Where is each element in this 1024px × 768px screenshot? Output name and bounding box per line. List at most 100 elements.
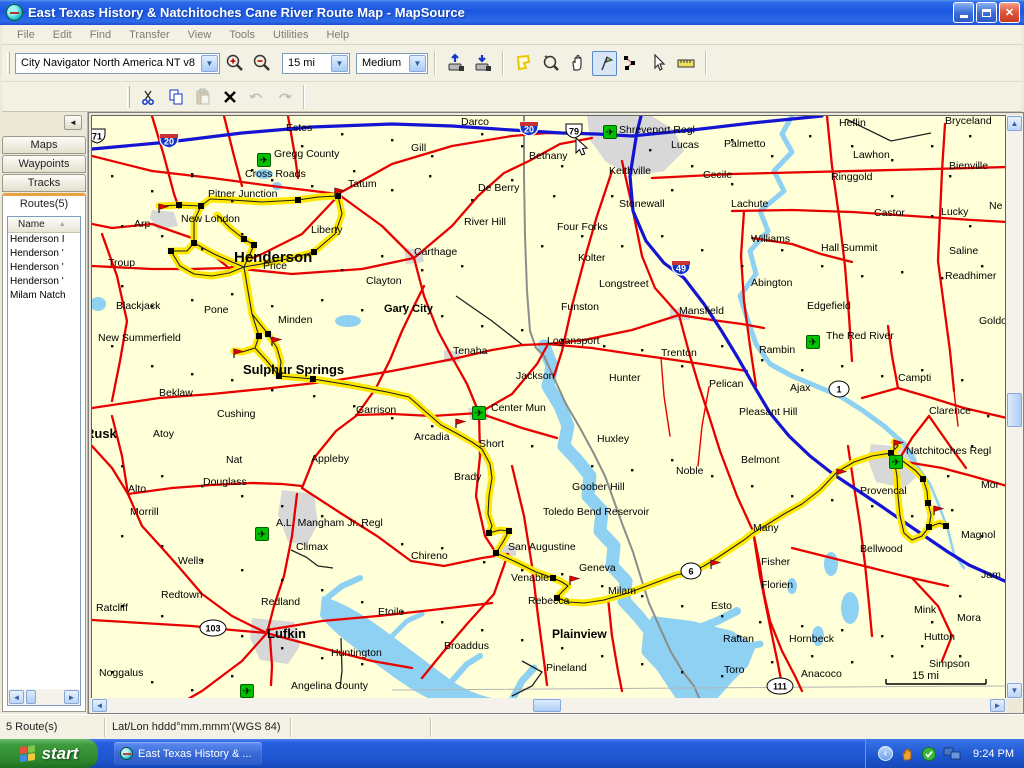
taskbar-task-button[interactable]: East Texas History & ... <box>114 742 262 765</box>
chevron-down-icon[interactable]: ▼ <box>409 55 426 72</box>
scroll-left-icon[interactable]: ◄ <box>9 690 24 704</box>
copy-button[interactable] <box>163 84 188 109</box>
map-scale-select[interactable]: 15 mi ▼ <box>282 53 350 74</box>
route-waypoint-square[interactable] <box>335 193 341 199</box>
route-waypoint-square[interactable] <box>486 530 492 536</box>
scrollbar-thumb[interactable] <box>1007 393 1022 427</box>
cut-button[interactable] <box>136 84 161 109</box>
airport-icon[interactable]: ✈ <box>241 685 254 698</box>
menu-edit[interactable]: Edit <box>44 27 81 43</box>
minimize-button[interactable] <box>953 2 974 23</box>
scrollbar-thumb[interactable] <box>26 690 36 704</box>
redo-button[interactable] <box>271 84 296 109</box>
restore-button[interactable] <box>976 2 997 23</box>
detail-level-select[interactable]: Medium ▼ <box>356 53 428 74</box>
scroll-right-icon[interactable]: ► <box>990 699 1005 712</box>
map-city-label: Palmetto <box>724 138 766 150</box>
hide-icons-chevron[interactable]: ‹ <box>878 746 893 761</box>
start-button[interactable]: start <box>0 739 98 768</box>
tray-hand-icon[interactable] <box>899 746 915 762</box>
menu-view[interactable]: View <box>179 27 221 43</box>
route-waypoint-square[interactable] <box>191 240 197 246</box>
route-list-item[interactable]: Milam Natch <box>8 289 80 303</box>
waypoint-flag-icon[interactable] <box>456 419 465 428</box>
scroll-down-icon[interactable]: ▼ <box>1007 683 1022 698</box>
name-column-header[interactable]: Name <box>18 219 45 230</box>
route-waypoint-square[interactable] <box>265 331 271 337</box>
menu-utilities[interactable]: Utilities <box>264 27 317 43</box>
route-waypoint-square[interactable] <box>920 476 926 482</box>
map-city-label: The Red River <box>826 330 894 342</box>
map-town-dot <box>281 579 283 581</box>
zoom-in-button[interactable] <box>221 51 246 76</box>
tray-shield-icon[interactable] <box>921 746 937 762</box>
route-list-item[interactable]: Henderson ' <box>8 275 80 289</box>
delete-button[interactable] <box>217 84 242 109</box>
zoom-tool-button[interactable]: + <box>538 51 563 76</box>
airport-icon[interactable]: ✈ <box>473 407 486 420</box>
map-city-label: Appleby <box>311 453 350 465</box>
toolbar-grip[interactable] <box>127 86 130 108</box>
tab-waypoints[interactable]: Waypoints <box>2 155 86 173</box>
route-waypoint-square[interactable] <box>168 248 174 254</box>
menu-find[interactable]: Find <box>81 27 120 43</box>
tray-network-icon[interactable] <box>943 746 961 762</box>
route-tool-button[interactable] <box>619 51 644 76</box>
waypoint-tool-button[interactable] <box>592 51 617 76</box>
toolbar-grip[interactable] <box>7 52 10 74</box>
route-waypoint-square[interactable] <box>256 333 262 339</box>
routes-list-hscrollbar[interactable]: ◄ ► <box>8 689 80 705</box>
route-list-item[interactable]: Henderson ' <box>8 261 80 275</box>
airport-icon[interactable]: ✈ <box>256 528 269 541</box>
hand-tool-button[interactable] <box>565 51 590 76</box>
paste-button[interactable] <box>190 84 215 109</box>
collapse-panel-button[interactable]: ◄ <box>64 115 82 130</box>
airport-icon[interactable]: ✈ <box>890 456 903 469</box>
route-waypoint-square[interactable] <box>198 203 204 209</box>
map-vertical-scrollbar[interactable]: ▲ ▼ <box>1006 115 1023 699</box>
route-waypoint-square[interactable] <box>251 242 257 248</box>
tab-maps[interactable]: Maps <box>2 136 86 154</box>
route-waypoint-square[interactable] <box>925 500 931 506</box>
selection-tool-button[interactable] <box>646 51 671 76</box>
scroll-right-icon[interactable]: ► <box>64 690 79 704</box>
zoom-out-button[interactable] <box>248 51 273 76</box>
tab-tracks[interactable]: Tracks <box>2 174 86 192</box>
map-tool-button[interactable] <box>511 51 536 76</box>
route-waypoint-square[interactable] <box>943 523 949 529</box>
send-to-device-button[interactable] <box>443 51 468 76</box>
route-waypoint-square[interactable] <box>550 575 556 581</box>
airport-icon[interactable]: ✈ <box>604 126 617 139</box>
menu-help[interactable]: Help <box>317 27 358 43</box>
map-canvas[interactable]: ✈✈✈✈✈✈✈ 202049797116103111 EstesDarcoShr… <box>91 115 1006 699</box>
menu-tools[interactable]: Tools <box>220 27 264 43</box>
scrollbar-thumb[interactable] <box>533 699 561 712</box>
product-select[interactable]: City Navigator North America NT v8 ▼ <box>15 53 220 74</box>
measure-tool-button[interactable] <box>673 51 698 76</box>
menu-file[interactable]: File <box>8 27 44 43</box>
scroll-left-icon[interactable]: ◄ <box>92 699 107 712</box>
route-waypoint-square[interactable] <box>295 197 301 203</box>
map-town-dot <box>161 615 163 617</box>
map-horizontal-scrollbar[interactable]: ◄ ► <box>91 698 1006 713</box>
undo-button[interactable] <box>244 84 269 109</box>
airport-icon[interactable]: ✈ <box>258 154 271 167</box>
route-waypoint-square[interactable] <box>241 236 247 242</box>
chevron-down-icon[interactable]: ▼ <box>331 55 348 72</box>
routes-list[interactable]: Name ▲ Henderson IHenderson 'Henderson '… <box>7 216 81 706</box>
route-waypoint-square[interactable] <box>176 202 182 208</box>
route-waypoint-square[interactable] <box>493 550 499 556</box>
waypoint-flag-icon[interactable] <box>711 560 720 569</box>
waypoint-flag-icon[interactable] <box>570 576 579 585</box>
route-waypoint-square[interactable] <box>506 528 512 534</box>
menu-transfer[interactable]: Transfer <box>120 27 179 43</box>
close-button[interactable]: ✕ <box>999 2 1020 23</box>
airport-icon[interactable]: ✈ <box>807 336 820 349</box>
route-list-item[interactable]: Henderson I <box>8 233 80 247</box>
receive-from-device-button[interactable] <box>470 51 495 76</box>
scroll-up-icon[interactable]: ▲ <box>1007 116 1022 131</box>
route-list-item[interactable]: Henderson ' <box>8 247 80 261</box>
routes-list-header[interactable]: Name ▲ <box>8 217 80 233</box>
chevron-down-icon[interactable]: ▼ <box>201 55 218 72</box>
route-waypoint-square[interactable] <box>926 524 932 530</box>
